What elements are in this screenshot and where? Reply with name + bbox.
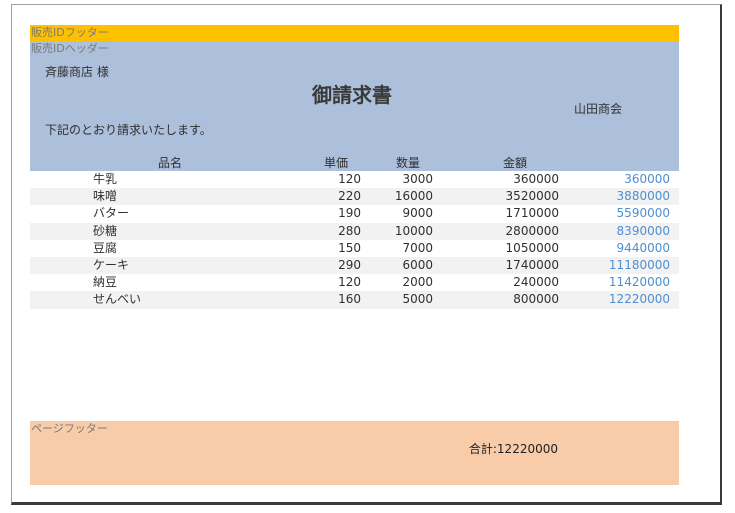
running-total: 11420000 [608, 275, 670, 290]
sales-id-footer-band[interactable]: 販売IDフッター [30, 25, 679, 41]
detail-rows: 牛乳 120 3000 360000 360000 味噌 220 16000 3… [30, 171, 679, 309]
item-amount: 2800000 [505, 223, 559, 238]
item-quantity: 9000 [402, 206, 433, 221]
sales-id-footer-label: 販売IDフッター [31, 26, 109, 39]
invoice-title: 御請求書 [312, 83, 392, 107]
running-total: 5590000 [616, 206, 670, 221]
item-name: ケーキ [93, 257, 130, 272]
item-quantity: 2000 [402, 275, 433, 290]
item-name: 牛乳 [93, 172, 118, 186]
item-quantity: 10000 [394, 223, 433, 238]
sales-id-header-label: 販売IDヘッダー [31, 42, 109, 55]
item-name: バター [93, 206, 130, 221]
item-amount: 1050000 [505, 240, 559, 255]
item-price: 120 [338, 172, 361, 186]
item-quantity: 5000 [402, 292, 433, 307]
item-price: 190 [338, 206, 361, 221]
running-total: 3880000 [616, 189, 670, 204]
item-price: 150 [338, 240, 361, 255]
running-total: 9440000 [616, 240, 670, 255]
item-name: 豆腐 [93, 240, 118, 255]
item-quantity: 3000 [402, 172, 433, 186]
running-total: 8390000 [616, 223, 670, 238]
item-name: 味噌 [93, 189, 118, 204]
column-header-price: 単価 [324, 156, 349, 170]
item-price: 160 [338, 292, 361, 307]
item-quantity: 6000 [402, 257, 433, 272]
running-total: 360000 [624, 172, 670, 186]
item-amount: 1740000 [505, 257, 559, 272]
item-amount: 1710000 [505, 206, 559, 221]
item-name: 砂糖 [93, 223, 118, 238]
column-header-amount: 金額 [503, 156, 528, 170]
column-header-name: 品名 [158, 156, 183, 170]
company-name: 山田商会 [574, 102, 623, 116]
item-quantity: 7000 [402, 240, 433, 255]
grand-total: 合計:12220000 [468, 442, 558, 456]
table-row[interactable]: バター 190 9000 1710000 5590000 [30, 205, 679, 222]
column-header-quantity: 数量 [396, 156, 421, 170]
table-row[interactable]: せんべい 160 5000 800000 12220000 [30, 291, 679, 309]
page-footer-band[interactable]: ページフッター [30, 421, 679, 485]
item-price: 220 [338, 189, 361, 204]
item-price: 120 [338, 275, 361, 290]
table-row[interactable]: 味噌 220 16000 3520000 3880000 [30, 188, 679, 206]
running-total: 11180000 [608, 257, 670, 272]
table-row[interactable]: 砂糖 280 10000 2800000 8390000 [30, 222, 679, 240]
table-row[interactable]: 豆腐 150 7000 1050000 9440000 [30, 240, 679, 257]
item-quantity: 16000 [394, 189, 433, 204]
customer-name: 斉藤商店 様 [45, 65, 109, 79]
item-amount: 240000 [513, 275, 559, 290]
item-name: せんべい [93, 292, 142, 307]
page-footer-label: ページフッター [31, 422, 108, 435]
invoice-message: 下記のとおり請求いたします。 [45, 123, 212, 137]
table-row[interactable]: 納豆 120 2000 240000 11420000 [30, 274, 679, 291]
running-total: 12220000 [608, 292, 670, 307]
table-row[interactable]: 牛乳 120 3000 360000 360000 [30, 171, 679, 188]
item-name: 納豆 [93, 275, 118, 290]
table-row[interactable]: ケーキ 290 6000 1740000 11180000 [30, 256, 679, 275]
item-price: 290 [338, 257, 361, 272]
item-amount: 360000 [513, 172, 559, 186]
item-amount: 3520000 [505, 189, 559, 204]
item-amount: 800000 [513, 292, 559, 307]
item-price: 280 [338, 223, 361, 238]
